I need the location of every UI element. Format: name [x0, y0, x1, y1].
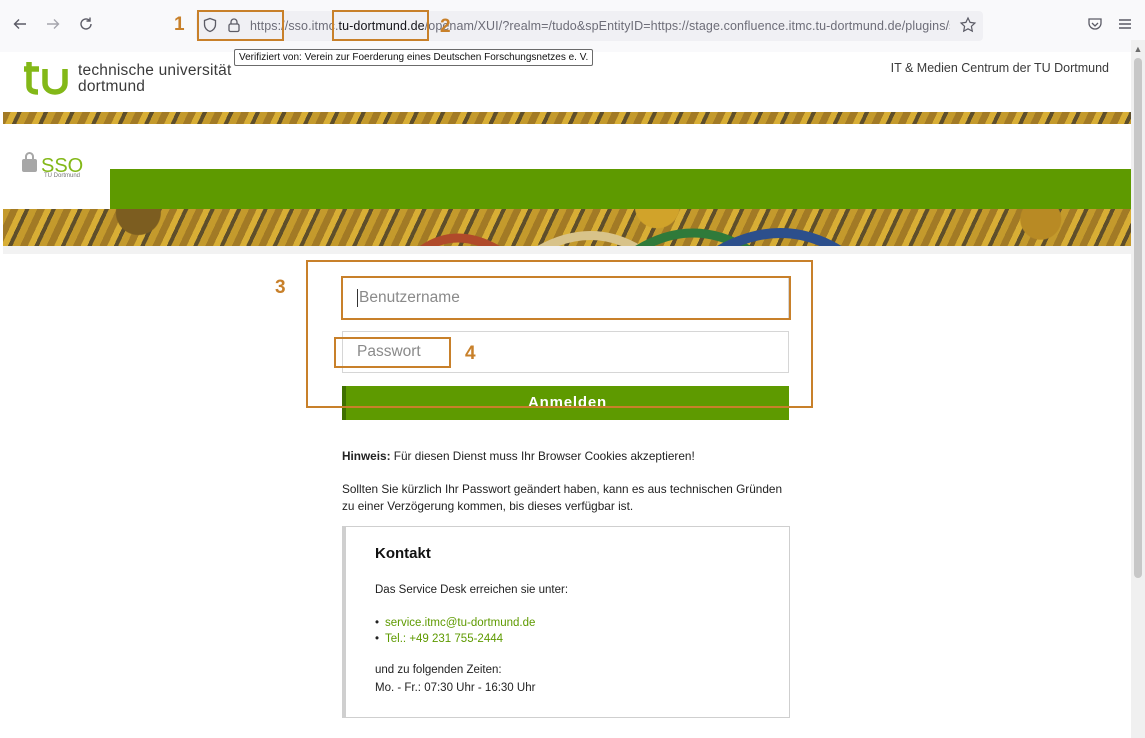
contact-title: Kontakt — [375, 545, 431, 562]
forward-icon — [47, 19, 60, 29]
annotation-box-3-username — [341, 276, 791, 320]
contact-hours-label: und zu folgenden Zeiten: — [375, 664, 502, 676]
header-banner — [3, 112, 1131, 246]
university-name-line1: technische universität — [78, 62, 232, 79]
contact-intro: Das Service Desk erreichen sie unter: — [375, 584, 569, 596]
certificate-tooltip: Verifiziert von: Verein zur Foerderung e… — [234, 49, 594, 66]
reload-button[interactable] — [75, 13, 97, 35]
scroll-thumb[interactable] — [1134, 58, 1142, 578]
contact-phone-link[interactable]: Tel.: +49 231 755-2444 — [375, 631, 535, 647]
url-suffix: /openam/XUI/?realm=/tudo&spEntityID=http… — [424, 19, 950, 33]
sso-subtext: TU Dortmund — [44, 173, 81, 179]
password-delay-note: Sollten Sie kürzlich Ihr Passwort geände… — [342, 482, 783, 513]
annotation-box-2 — [332, 10, 429, 41]
annotation-number-2: 2 — [440, 16, 451, 37]
itmc-title[interactable]: IT & Medien Centrum der TU Dortmund — [891, 61, 1109, 75]
reload-icon — [80, 17, 92, 30]
annotation-box-1 — [197, 10, 284, 41]
banner-bottom-strip — [3, 246, 1131, 254]
url-bar[interactable]: https://sso.itmc.tu-dortmund.de/openam/X… — [196, 11, 983, 41]
bookmark-star-icon[interactable] — [959, 16, 977, 34]
university-name-line2: dortmund — [78, 78, 146, 95]
tu-logo[interactable] — [20, 60, 75, 96]
contact-hours: Mo. - Fr.: 07:30 Uhr - 16:30 Uhr — [375, 682, 536, 694]
annotation-number-1: 1 — [174, 14, 185, 35]
annotation-number-3: 3 — [275, 277, 286, 298]
contact-links: service.itmc@tu-dortmund.de Tel.: +49 23… — [375, 615, 535, 647]
cookie-hint-label: Hinweis: — [342, 449, 391, 463]
cookie-hint-text: Für diesen Dienst muss Ihr Browser Cooki… — [390, 449, 695, 463]
scroll-up-icon[interactable]: ▲ — [1133, 44, 1143, 54]
annotation-number-4: 4 — [465, 343, 476, 364]
university-name: technische universität dortmund — [78, 63, 231, 95]
banner-arches — [420, 228, 842, 246]
annotation-box-4 — [334, 337, 451, 368]
contact-email-link[interactable]: service.itmc@tu-dortmund.de — [375, 615, 535, 631]
browser-toolbar: https://sso.itmc.tu-dortmund.de/openam/X… — [0, 0, 1145, 52]
cookie-hint: Hinweis: Für diesen Dienst muss Ihr Brow… — [342, 449, 695, 463]
forward-button[interactable] — [42, 13, 64, 35]
back-button[interactable] — [9, 13, 31, 35]
page-scrollbar[interactable]: ▲ — [1131, 40, 1145, 738]
back-icon — [13, 19, 26, 29]
menu-icon[interactable] — [1116, 15, 1134, 33]
pocket-icon[interactable] — [1086, 15, 1104, 33]
contact-box: Kontakt Das Service Desk erreichen sie u… — [342, 526, 790, 718]
banner-green-band — [110, 169, 1131, 209]
